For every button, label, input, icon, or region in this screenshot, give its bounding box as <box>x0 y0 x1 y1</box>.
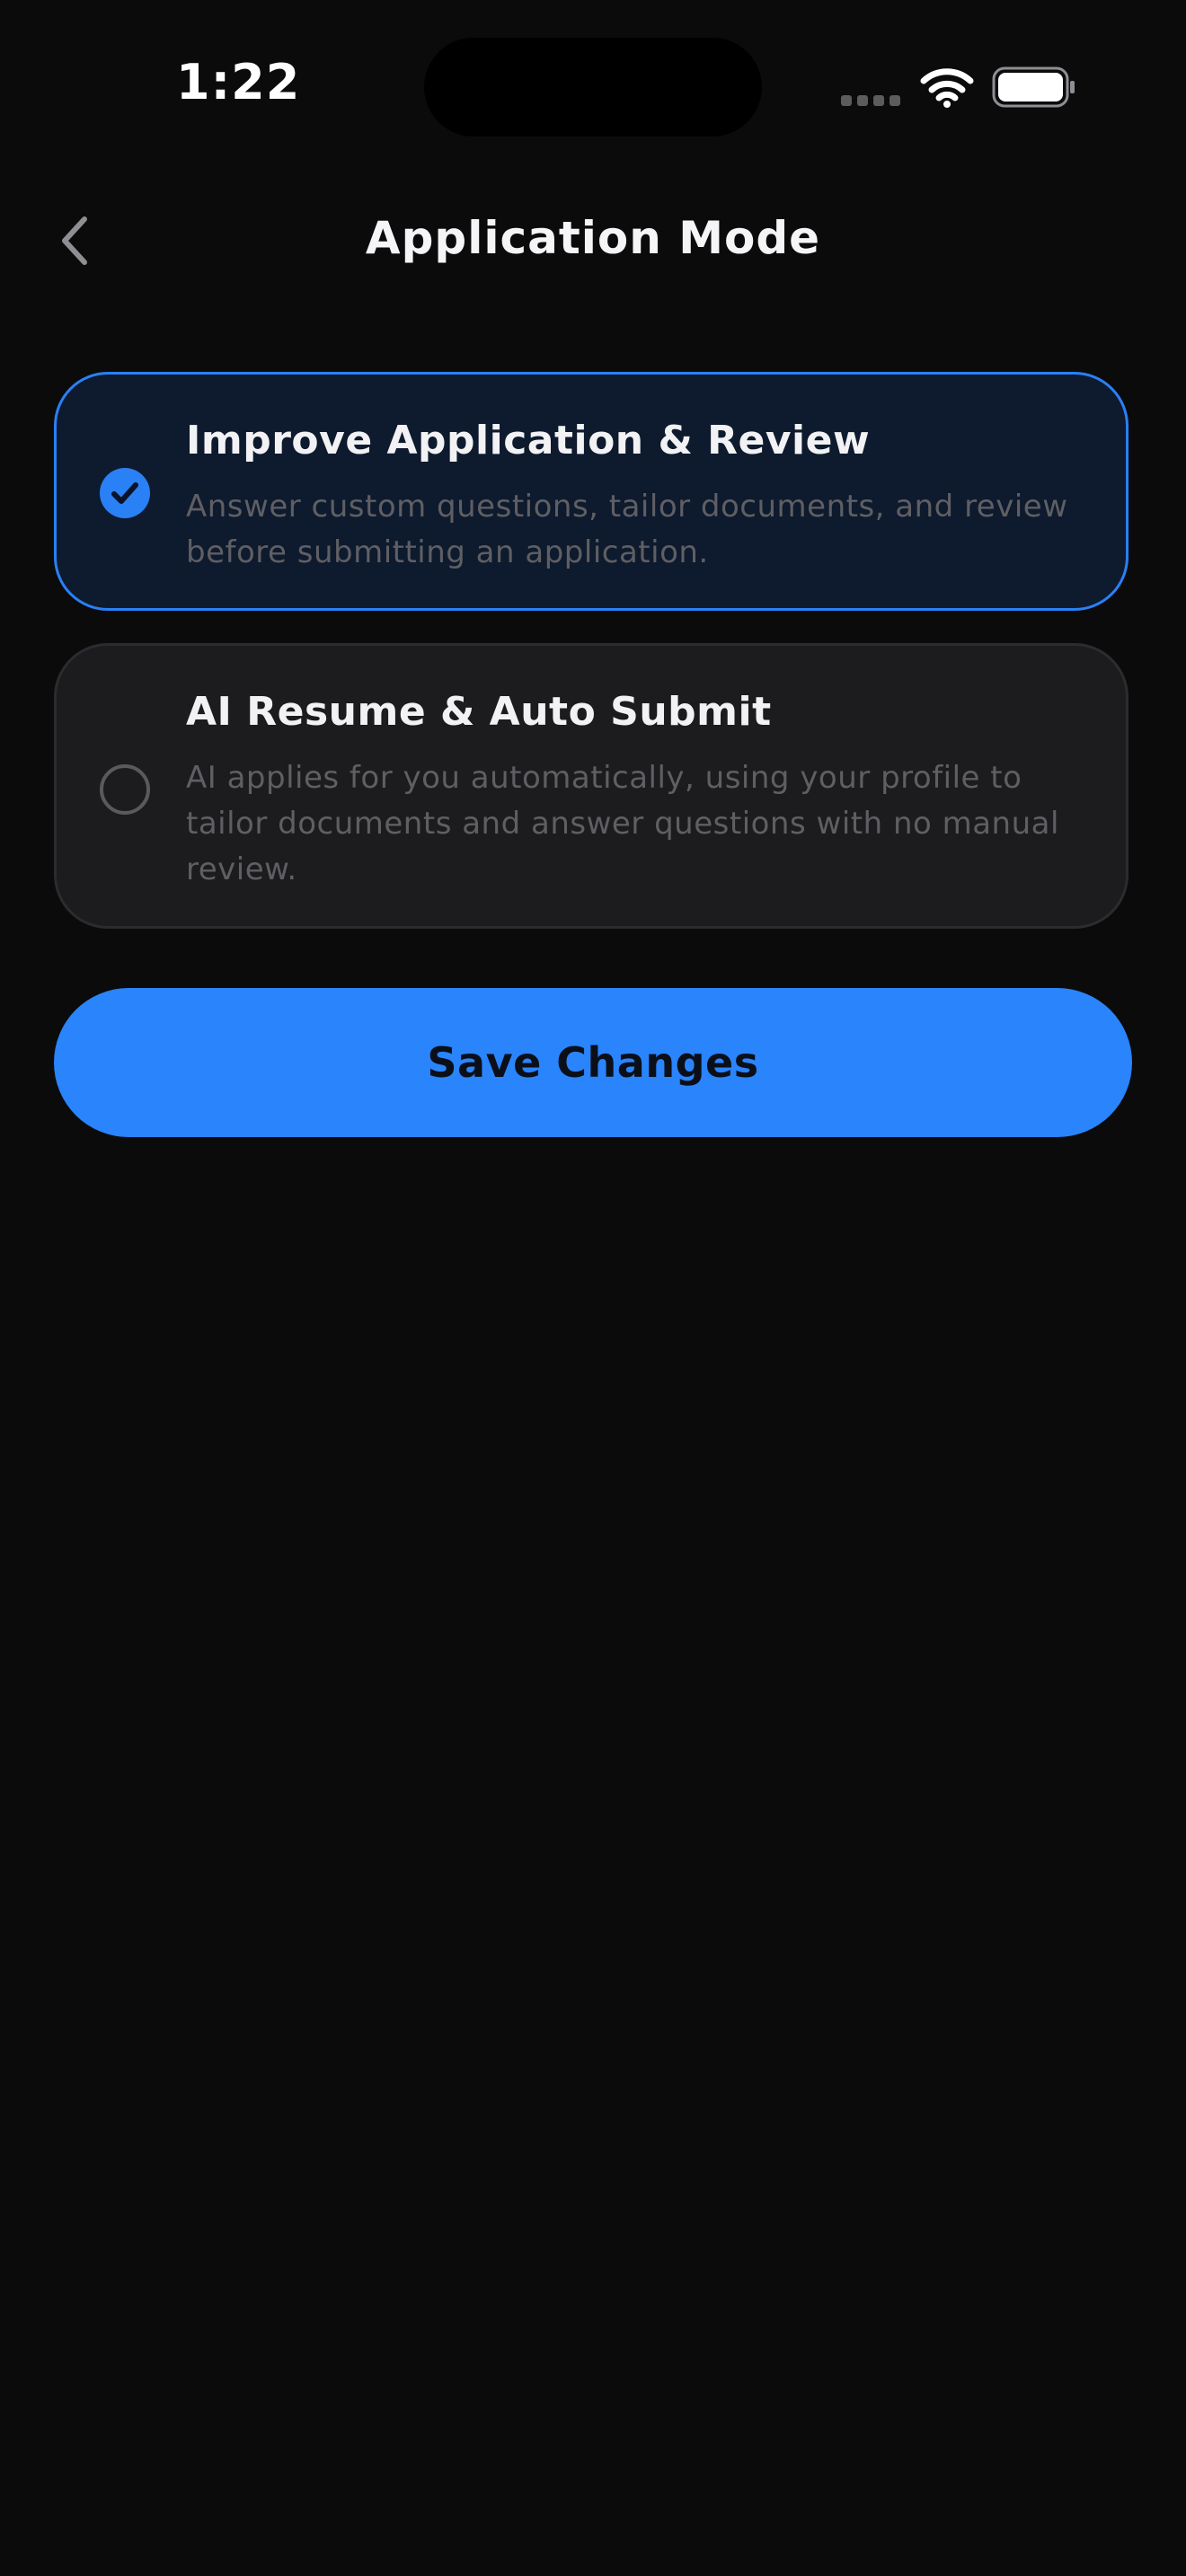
option-description: Answer custom questions, tailor document… <box>186 489 1068 570</box>
empty-radio-icon <box>100 764 150 815</box>
dynamic-island <box>424 38 762 137</box>
nav-header: Application Mode <box>0 180 1186 305</box>
status-time: 1:22 <box>176 54 301 110</box>
save-changes-button[interactable]: Save Changes <box>54 988 1132 1137</box>
chevron-left-icon <box>58 214 93 271</box>
option-description: AI applies for you automatically, using … <box>186 760 1059 887</box>
option-ai-resume-auto-submit[interactable]: AI Resume & Auto Submit AI applies for y… <box>54 643 1128 929</box>
check-circle-icon <box>100 468 150 518</box>
status-bar: 1:22 <box>0 0 1186 171</box>
option-title: Improve Application & Review <box>186 418 871 463</box>
wifi-icon <box>920 66 974 108</box>
page-title: Application Mode <box>365 212 821 264</box>
back-button[interactable] <box>47 207 104 278</box>
option-title: AI Resume & Auto Submit <box>186 689 772 735</box>
signal-icon <box>841 95 902 106</box>
battery-icon <box>992 66 1076 108</box>
option-improve-application-review[interactable]: Improve Application & Review Answer cust… <box>54 372 1128 611</box>
